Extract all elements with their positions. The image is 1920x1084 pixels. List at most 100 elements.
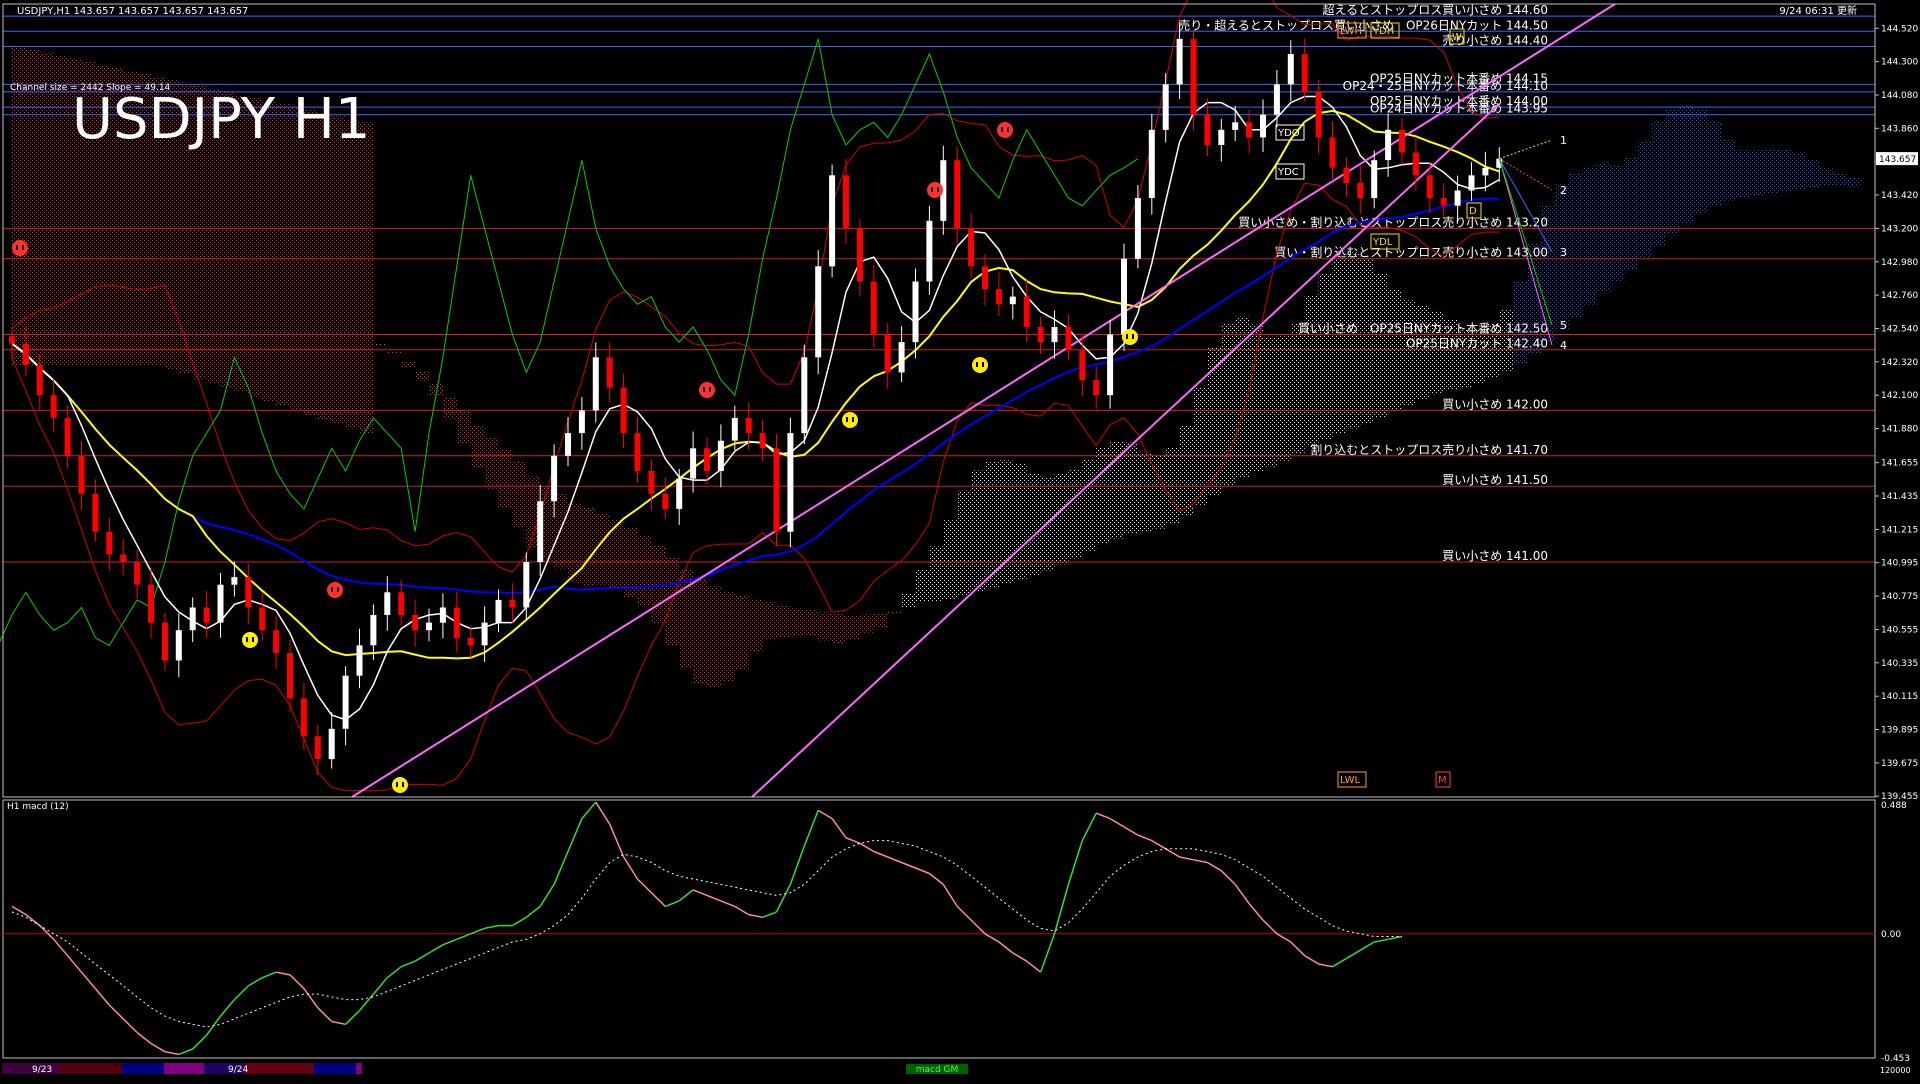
level-label: OP24・25日NYカット本番め 144.10 xyxy=(1343,79,1548,93)
candle-body xyxy=(1051,327,1058,343)
cloud-segment xyxy=(595,512,610,585)
m-label: M xyxy=(1438,775,1447,786)
cloud-segment xyxy=(1346,252,1361,429)
cloud-segment xyxy=(25,49,40,365)
level-label: 買い小さめ OP25日NYカット本番め 142.50 xyxy=(1298,322,1548,336)
candle-body xyxy=(787,433,794,532)
candle-body xyxy=(912,281,919,343)
w-label: W xyxy=(1452,32,1462,43)
cloud-segment xyxy=(1137,452,1152,532)
price-tick-label: 142.540 xyxy=(1881,325,1918,335)
candle-body xyxy=(509,599,516,608)
candle-body xyxy=(1315,91,1322,138)
cloud-segment xyxy=(415,371,429,381)
price-tick-label: 144.520 xyxy=(1881,24,1918,34)
candle-body xyxy=(690,448,697,479)
level-label: 売り・超えるとストップロス買い小さめ OP26日NYカット 144.50 xyxy=(1178,17,1548,32)
candle-body xyxy=(1079,349,1086,380)
candle-body xyxy=(64,417,71,456)
cloud-segment xyxy=(1610,165,1625,282)
candle-body xyxy=(495,599,502,623)
cloud-segment xyxy=(1832,173,1847,186)
candle-body xyxy=(106,531,113,555)
cloud-segment xyxy=(401,361,416,368)
candle-body xyxy=(926,220,933,282)
candle-body xyxy=(1023,296,1030,327)
candle-body xyxy=(982,266,988,289)
cloud-segment xyxy=(887,611,902,614)
candle-body xyxy=(36,364,43,396)
cloud-segment xyxy=(707,586,721,688)
candle-body xyxy=(175,630,182,661)
cloud-segment xyxy=(303,110,318,415)
candle-body xyxy=(300,698,307,737)
candle-body xyxy=(1454,190,1461,206)
cloud-segment xyxy=(1151,454,1166,529)
candle-body xyxy=(843,175,849,229)
candle-body xyxy=(1343,167,1350,183)
fractal-marker xyxy=(927,182,943,198)
candle-body xyxy=(1121,258,1127,335)
cloud-segment xyxy=(1624,157,1639,270)
cloud-segment xyxy=(957,490,972,596)
chart-canvas: 超えるとストップロス買い小さめ 144.60売り・超えるとストップロス買い小さめ… xyxy=(0,0,1920,1080)
candle-body xyxy=(1371,160,1378,199)
candle-body xyxy=(50,395,57,418)
cloud-segment xyxy=(1582,166,1597,305)
update-timestamp: 9/24 06:31 更新 xyxy=(1779,4,1857,17)
cloud-segment xyxy=(1805,159,1819,188)
candle-body xyxy=(537,501,544,562)
cloud-segment xyxy=(1763,148,1778,195)
macd-tick-label: 0.488 xyxy=(1881,801,1907,811)
candle-body xyxy=(704,448,710,471)
projection-label: 2 xyxy=(1560,184,1567,197)
cloud-segment xyxy=(901,593,916,607)
macd-tab[interactable]: macd GM xyxy=(916,1065,959,1075)
candle-body xyxy=(634,433,641,471)
cloud-segment xyxy=(790,608,805,637)
current-price-label: 143.657 xyxy=(1879,155,1916,165)
price-tick-label: 141.655 xyxy=(1881,459,1918,469)
level-label: 買い小さめ 141.00 xyxy=(1442,549,1548,563)
fractal-marker xyxy=(242,632,258,648)
candle-body xyxy=(870,281,877,335)
cloud-segment xyxy=(1026,473,1041,576)
level-label: 買い・割り込むとストップロス売り小さめ 143.00 xyxy=(1274,245,1548,260)
fractal-marker xyxy=(699,382,715,398)
candle-body xyxy=(328,728,335,760)
candle-body xyxy=(1107,334,1114,396)
candle-body xyxy=(1357,182,1364,199)
price-tick-label: 140.775 xyxy=(1881,592,1918,602)
cloud-segment xyxy=(53,55,68,365)
candle-body xyxy=(1385,129,1392,161)
candle-body xyxy=(954,160,961,229)
candle-body xyxy=(9,336,15,344)
fractal-marker xyxy=(12,240,28,256)
cloud-segment xyxy=(1207,347,1222,495)
price-tick-label: 140.115 xyxy=(1881,692,1918,702)
price-tick-label: 143.860 xyxy=(1881,124,1918,134)
cloud-segment xyxy=(832,614,846,644)
big-title: USDJPY H1 xyxy=(72,87,370,152)
ydl-label: YDL xyxy=(1372,237,1393,248)
candle-body xyxy=(551,455,558,502)
candle-body xyxy=(620,387,627,434)
candle-body xyxy=(1148,129,1155,198)
candle-body xyxy=(1399,129,1405,153)
price-tick-label: 140.995 xyxy=(1881,559,1918,569)
candle-body xyxy=(676,478,683,509)
candle-body xyxy=(1482,167,1489,176)
cloud-segment xyxy=(915,569,930,602)
cloud-segment xyxy=(846,614,860,640)
projection-label: 1 xyxy=(1560,134,1567,147)
cloud-segment xyxy=(1068,469,1083,559)
cloud-segment xyxy=(1110,442,1124,539)
candle-body xyxy=(1204,114,1211,145)
symbol-info: USDJPY,H1 143.657 143.657 143.657 143.65… xyxy=(17,6,248,17)
candle-body xyxy=(1287,54,1294,85)
candle-body xyxy=(120,554,127,562)
cloud-segment xyxy=(1735,150,1750,198)
level-label: 割り込むとストップロス売り小さめ 141.70 xyxy=(1310,442,1548,457)
candle-body xyxy=(731,417,738,441)
price-tick-label: 143.420 xyxy=(1881,191,1918,201)
